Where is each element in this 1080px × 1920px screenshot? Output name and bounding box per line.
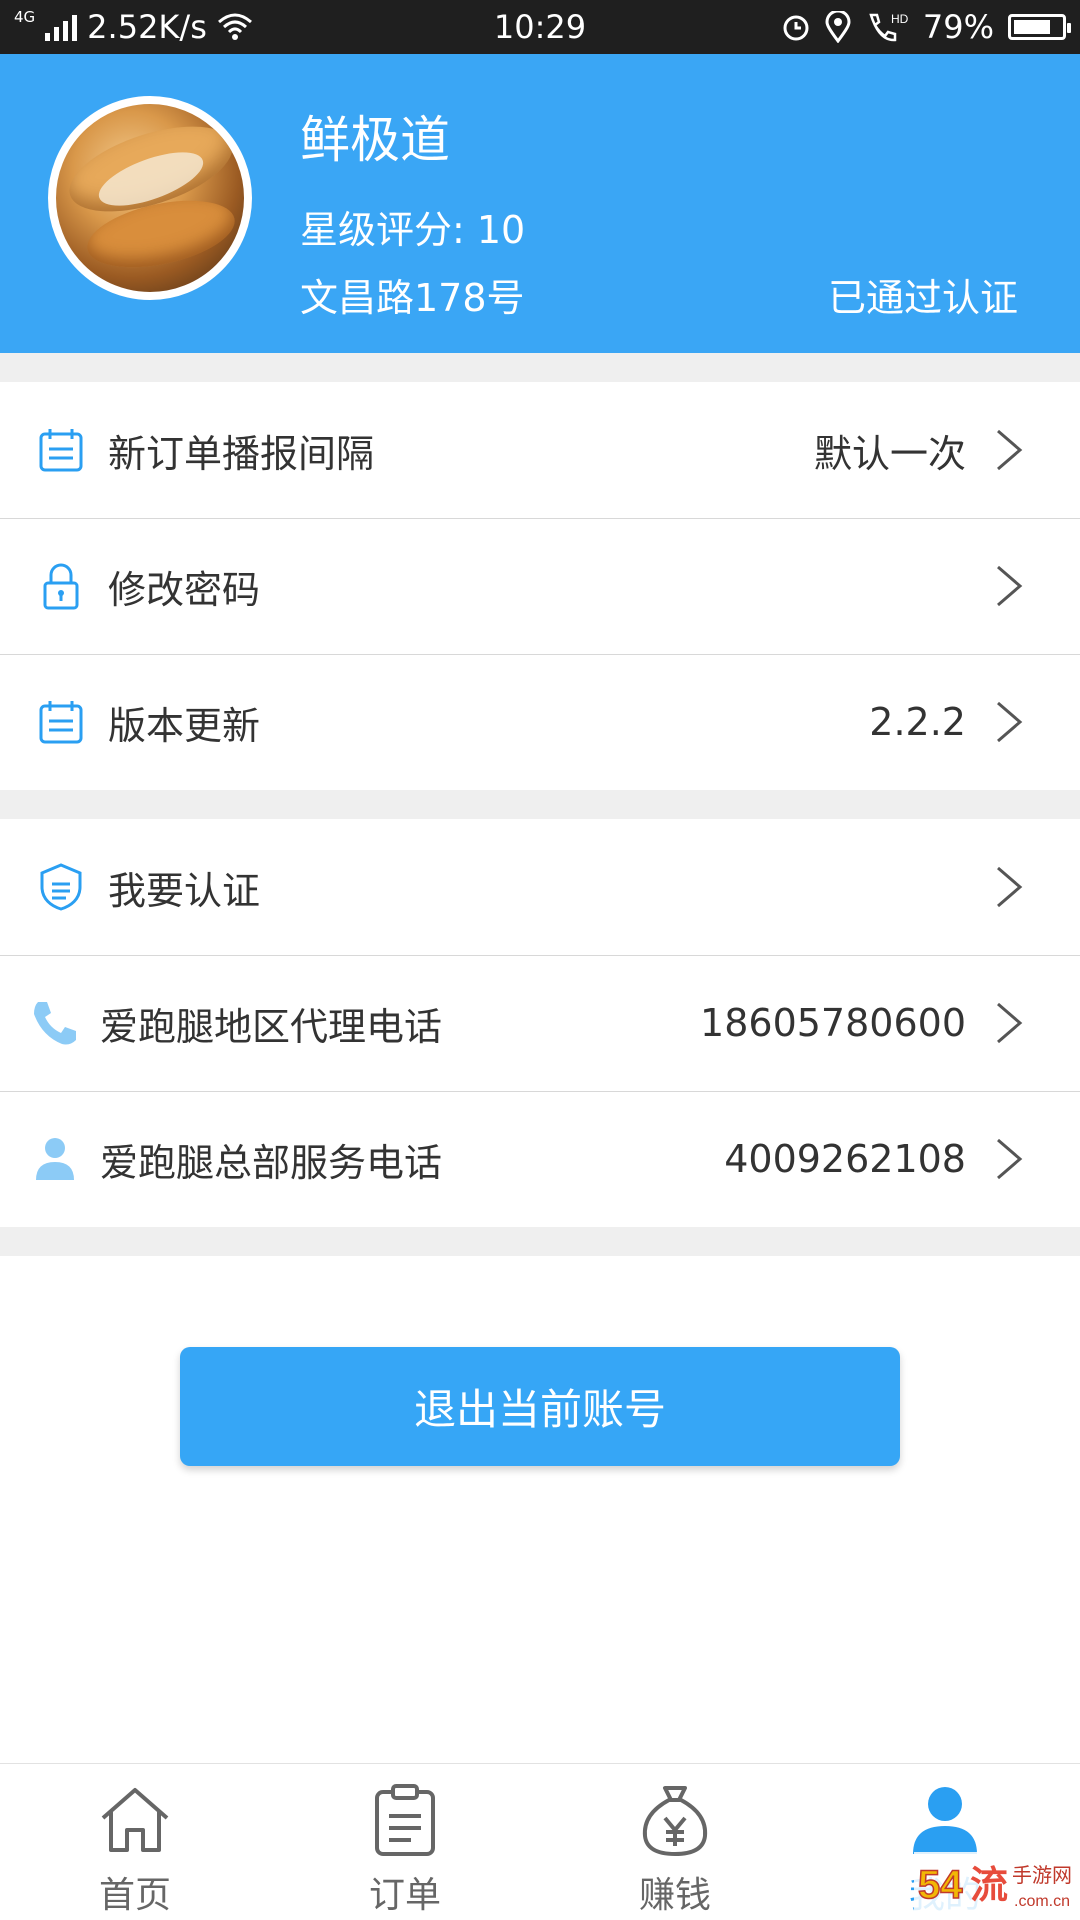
order-broadcast-interval-row[interactable]: 新订单播报间隔 默认一次: [0, 382, 1080, 518]
lock-icon: [43, 563, 79, 610]
change-password-row[interactable]: 修改密码: [0, 518, 1080, 654]
hq-service-phone-row[interactable]: 爱跑腿总部服务电话 4009262108: [0, 1091, 1080, 1227]
row-value: 4009262108: [724, 1137, 966, 1181]
status-right: HD 79%: [781, 0, 1071, 54]
home-icon: [101, 1788, 169, 1852]
svg-text:手游网: 手游网: [1012, 1863, 1072, 1887]
chevron-right-icon: [997, 1138, 1023, 1180]
apply-certification-row[interactable]: 我要认证: [0, 819, 1080, 955]
calendar-icon: [39, 429, 83, 472]
tab-earn[interactable]: 赚钱: [540, 1764, 810, 1920]
money-bag-icon: [642, 1786, 708, 1857]
services-group: 我要认证 爱跑腿地区代理电话 18605780600 爱跑腿总部服务电话 400…: [0, 819, 1080, 1227]
profile-header: 鲜极道 星级评分: 10 文昌路178号 已通过认证: [0, 54, 1080, 353]
chevron-right-icon: [997, 866, 1023, 908]
tab-orders[interactable]: 订单: [270, 1764, 540, 1920]
status-bar: 4G 2.52K/s 10:29 HD 79%: [0, 0, 1080, 54]
battery-percent: 79%: [922, 8, 994, 46]
row-label: 爱跑腿总部服务电话: [100, 1140, 443, 1185]
row-value: 默认一次: [813, 431, 966, 476]
section-gap: [0, 790, 1080, 819]
location-icon: [825, 11, 851, 43]
tab-label: 首页: [98, 1875, 171, 1916]
user-icon: [913, 1787, 977, 1854]
hd-call-icon: HD: [869, 12, 909, 42]
row-label: 修改密码: [108, 567, 261, 612]
chevron-right-icon: [997, 565, 1023, 607]
watermark-logo: 54 流 手游网 .com.cn: [914, 1852, 1074, 1916]
svg-text:流: 流: [970, 1863, 1008, 1907]
row-label: 我要认证: [108, 868, 261, 913]
logout-button[interactable]: 退出当前账号: [180, 1347, 900, 1466]
svg-text:.com.cn: .com.cn: [1014, 1893, 1070, 1910]
version-update-row[interactable]: 版本更新 2.2.2: [0, 654, 1080, 790]
chevron-right-icon: [997, 429, 1023, 471]
phone-icon: [34, 1002, 76, 1045]
regional-agent-phone-row[interactable]: 爱跑腿地区代理电话 18605780600: [0, 955, 1080, 1091]
chevron-right-icon: [997, 701, 1023, 743]
svg-text:54: 54: [918, 1863, 963, 1907]
shop-address: 文昌路178号: [300, 276, 525, 320]
section-gap: [0, 353, 1080, 382]
chevron-right-icon: [997, 1002, 1023, 1044]
row-label: 新订单播报间隔: [108, 431, 375, 476]
certification-status: 已通过认证: [827, 276, 1018, 320]
shop-name: 鲜极道: [300, 111, 450, 169]
alarm-icon: [783, 15, 809, 41]
tab-home[interactable]: 首页: [0, 1764, 270, 1920]
app-screen: 4G 2.52K/s 10:29 HD 79% 鲜极道 星级评分: 10 文昌路…: [0, 0, 1080, 1920]
star-rating: 星级评分: 10: [300, 208, 526, 252]
user-icon: [36, 1138, 74, 1180]
row-value: 2.2.2: [869, 700, 966, 744]
svg-text:HD: HD: [891, 12, 909, 26]
row-value: 18605780600: [700, 1001, 966, 1045]
section-gap: [0, 1227, 1080, 1256]
tab-label: 订单: [368, 1875, 441, 1916]
shield-icon: [40, 863, 82, 911]
calendar-icon: [39, 701, 83, 744]
battery-icon: [1008, 14, 1071, 40]
row-label: 爱跑腿地区代理电话: [100, 1004, 443, 1049]
shop-avatar[interactable]: [48, 96, 252, 300]
clipboard-icon: [375, 1784, 435, 1856]
tab-label: 赚钱: [638, 1875, 711, 1916]
settings-group: 新订单播报间隔 默认一次 修改密码 版本更新 2.2.2: [0, 382, 1080, 790]
row-label: 版本更新: [108, 703, 261, 748]
